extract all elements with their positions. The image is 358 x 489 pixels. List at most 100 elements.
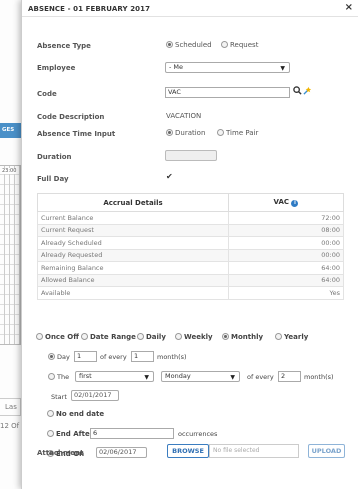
code-description-value: VACATION: [166, 112, 202, 120]
recurrence-daily[interactable]: Daily: [137, 333, 166, 341]
accrual-header-row: Accrual Details VAC i: [37, 193, 344, 212]
accrual-value: 00:00: [228, 248, 344, 262]
code-label: Code: [37, 90, 57, 98]
start-date-input[interactable]: 02/01/2017: [71, 390, 119, 401]
accrual-table: Accrual Details VAC i Current Balance 72:…: [37, 193, 344, 300]
search-icon[interactable]: [293, 86, 302, 97]
table-row: Current Request 08:00: [37, 223, 344, 237]
radio-request[interactable]: [221, 41, 228, 48]
radio-time-pair[interactable]: [217, 129, 224, 136]
recurrence-weekly[interactable]: Weekly: [175, 333, 213, 341]
absence-type-label: Absence Type: [37, 42, 91, 50]
day-of-every-label: of every: [100, 353, 127, 361]
the-every-input[interactable]: 2: [278, 371, 301, 382]
upload-button[interactable]: UPLOAD: [308, 444, 345, 458]
end-after-label: End After: [56, 430, 94, 438]
radio-no-end-date[interactable]: [47, 410, 54, 417]
accrual-header-code-label: VAC: [273, 198, 290, 206]
day-every-input[interactable]: 1: [131, 351, 154, 362]
chevron-down-icon: ▼: [144, 374, 149, 381]
table-row: Available Yes: [37, 286, 344, 300]
radio-the[interactable]: [48, 373, 55, 380]
duration-input[interactable]: [165, 150, 217, 161]
recurrence-date-range-label: Date Range: [90, 333, 136, 341]
radio-request-label: Request: [230, 41, 259, 49]
radio-daily[interactable]: [137, 333, 144, 340]
absence-time-input-label: Absence Time Input: [37, 130, 116, 138]
recurrence-once-off-label: Once Off: [45, 333, 79, 341]
radio-yearly[interactable]: [275, 333, 282, 340]
close-icon[interactable]: ×: [345, 3, 353, 13]
end-after-input[interactable]: 6: [90, 428, 174, 439]
dialog-header: ABSENCE - 01 FEBRUARY 2017 ×: [22, 0, 358, 17]
accrual-name: Current Request: [37, 223, 229, 237]
time-input-duration-option[interactable]: Duration: [166, 129, 205, 137]
recurrence-yearly-label: Yearly: [284, 333, 309, 341]
day-option[interactable]: Day: [48, 353, 70, 361]
no-end-date-option[interactable]: No end date: [47, 410, 104, 418]
day-input[interactable]: 1: [74, 351, 97, 362]
radio-time-pair-label: Time Pair: [226, 129, 259, 137]
accrual-header-details: Accrual Details: [37, 193, 229, 212]
employee-select-value: - Me: [169, 63, 184, 71]
full-day-checkbox[interactable]: ✔: [166, 173, 173, 181]
radio-duration-label: Duration: [175, 129, 206, 137]
radio-weekly[interactable]: [175, 333, 182, 340]
code-description-label: Code Description: [37, 113, 105, 121]
background-time-label: 23:00: [2, 168, 17, 174]
time-input-timepair-option[interactable]: Time Pair: [217, 129, 258, 137]
accrual-name: Current Balance: [37, 211, 229, 225]
absence-dialog: ABSENCE - 01 FEBRUARY 2017 × Absence Typ…: [21, 0, 358, 489]
code-input[interactable]: VAC: [165, 87, 290, 98]
accrual-name: Remaining Balance: [37, 261, 229, 275]
start-label: Start: [51, 393, 67, 401]
the-option[interactable]: The: [48, 373, 69, 381]
background-button[interactable]: GES: [0, 123, 21, 138]
radio-end-after[interactable]: [47, 430, 54, 437]
background-last-button[interactable]: Las: [0, 398, 21, 416]
wand-icon[interactable]: [303, 86, 312, 97]
background-status-text: 12 Of: [0, 422, 20, 430]
no-end-date-label: No end date: [56, 410, 105, 418]
radio-day[interactable]: [48, 353, 55, 360]
absence-type-request-option[interactable]: Request: [221, 41, 258, 49]
duration-label: Duration: [37, 153, 72, 161]
recurrence-monthly[interactable]: Monthly: [222, 333, 263, 341]
end-on-date-input[interactable]: 02/06/2017: [96, 447, 147, 458]
absence-type-scheduled-option[interactable]: Scheduled: [166, 41, 212, 49]
background-schedule-grid: [0, 165, 21, 345]
recurrence-date-range[interactable]: Date Range: [81, 333, 136, 341]
recurrence-weekly-label: Weekly: [184, 333, 213, 341]
accrual-name: Already Scheduled: [37, 236, 229, 250]
accrual-value: 08:00: [228, 223, 344, 237]
ordinal-select[interactable]: first ▼: [75, 371, 154, 382]
table-row: Remaining Balance 64:00: [37, 261, 344, 275]
accrual-value: Yes: [228, 286, 344, 300]
employee-select[interactable]: - Me ▼: [165, 62, 290, 73]
full-day-label: Full Day: [37, 175, 69, 183]
accrual-value: 00:00: [228, 236, 344, 250]
end-after-option[interactable]: End After: [47, 430, 93, 438]
info-icon[interactable]: i: [291, 200, 299, 207]
radio-duration[interactable]: [166, 129, 173, 136]
radio-date-range[interactable]: [81, 333, 88, 340]
occurrences-label: occurrences: [178, 430, 218, 438]
day-option-label: Day: [57, 353, 70, 361]
chevron-down-icon: ▼: [230, 374, 235, 381]
radio-once-off[interactable]: [36, 333, 43, 340]
browse-button[interactable]: BROWSE: [167, 444, 209, 458]
file-name-field[interactable]: No file selected: [209, 444, 299, 458]
accrual-name: Already Requested: [37, 248, 229, 262]
radio-scheduled[interactable]: [166, 41, 173, 48]
chevron-down-icon: ▼: [280, 65, 285, 72]
accrual-name: Available: [37, 286, 229, 300]
recurrence-yearly[interactable]: Yearly: [275, 333, 308, 341]
weekday-select[interactable]: Monday ▼: [161, 371, 240, 382]
ordinal-select-value: first: [79, 372, 92, 380]
table-row: Current Balance 72:00: [37, 211, 344, 225]
recurrence-daily-label: Daily: [146, 333, 166, 341]
radio-monthly[interactable]: [222, 333, 229, 340]
table-row: Already Requested 00:00: [37, 248, 344, 262]
recurrence-once-off[interactable]: Once Off: [36, 333, 79, 341]
accrual-name: Allowed Balance: [37, 273, 229, 287]
